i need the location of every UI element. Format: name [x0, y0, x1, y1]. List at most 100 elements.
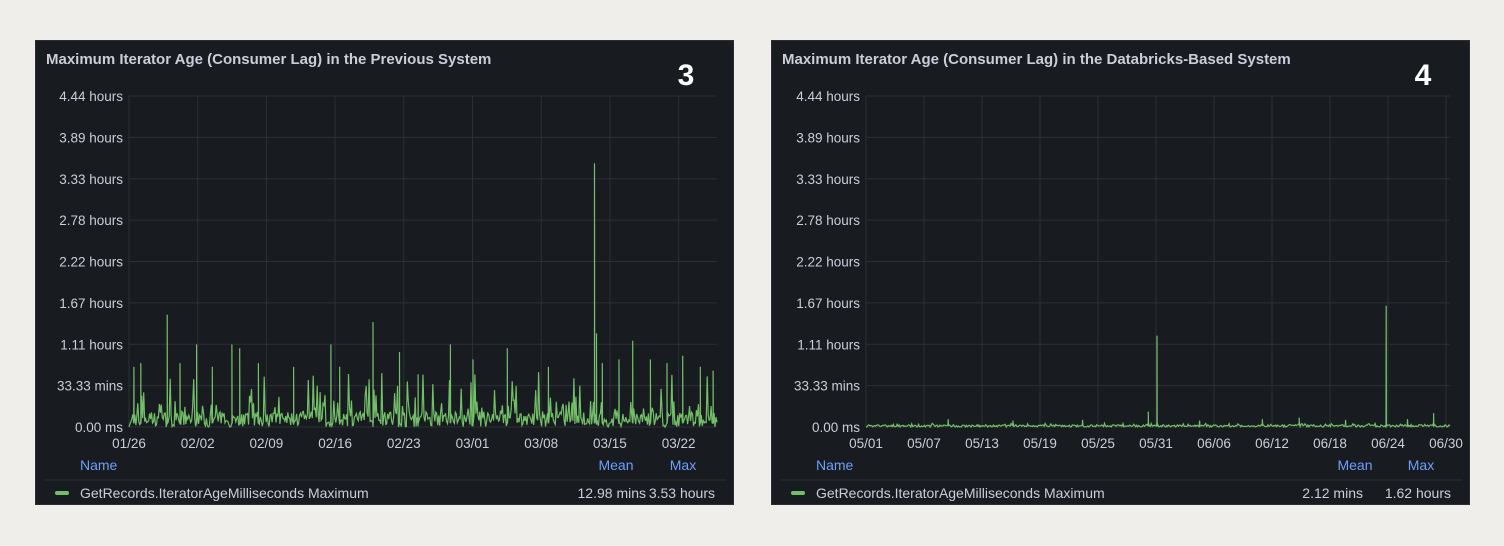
spike-point — [196, 344, 198, 346]
x-tick-label: 06/06 — [1197, 436, 1231, 451]
legend-mean-value: 12.98 mins — [578, 485, 646, 501]
spike-point — [239, 348, 241, 350]
spike-point — [699, 366, 701, 368]
legend-header-mean[interactable]: Mean — [598, 457, 633, 473]
legend-color-swatch — [55, 491, 69, 495]
spike-point — [472, 359, 474, 361]
spike-point — [1432, 412, 1435, 415]
spike-point — [1261, 418, 1264, 421]
spike-point — [595, 333, 598, 335]
spike-point — [632, 340, 634, 342]
spike-point — [547, 366, 550, 368]
x-tick-label: 02/16 — [318, 436, 352, 451]
x-tick-label: 05/01 — [849, 436, 883, 451]
chart-svg: Maximum Iterator Age (Consumer Lag) in t… — [780, 51, 1463, 501]
spike-point — [372, 322, 374, 324]
chart-title: Maximum Iterator Age (Consumer Lag) in t… — [782, 51, 1291, 68]
legend-header-name[interactable]: Name — [80, 457, 118, 473]
spike-point — [1147, 411, 1149, 413]
legend-series-name[interactable]: GetRecords.IteratorAgeMilliseconds Maxim… — [816, 485, 1105, 501]
spike-point — [649, 359, 651, 361]
legend-mean-value: 2.12 mins — [1302, 485, 1363, 501]
y-tick-label: 2.78 hours — [796, 213, 860, 228]
legend-series-name[interactable]: GetRecords.IteratorAgeMilliseconds Maxim… — [80, 485, 369, 501]
legend-header-name[interactable]: Name — [816, 457, 854, 473]
series-line — [865, 306, 1451, 429]
spike-point — [211, 366, 213, 368]
x-tick-label: 05/13 — [965, 436, 999, 451]
x-tick-label: 02/23 — [387, 436, 421, 451]
spike-point — [1385, 305, 1387, 307]
y-tick-label: 0.00 ms — [812, 420, 860, 435]
y-tick-label: 4.44 hours — [59, 89, 123, 104]
spike-point — [601, 363, 603, 365]
spike-point — [330, 344, 332, 346]
chart-panel-databricks-system: Maximum Iterator Age (Consumer Lag) in t… — [771, 40, 1470, 505]
y-tick-label: 3.33 hours — [59, 172, 123, 187]
x-tick-label: 05/07 — [907, 436, 941, 451]
spike-point — [417, 374, 419, 376]
spike-point — [140, 363, 142, 365]
x-tick-label: 03/01 — [456, 436, 490, 451]
panel-number-badge: 4 — [1415, 59, 1432, 92]
x-tick-label: 03/15 — [593, 436, 627, 451]
spike-point — [257, 363, 259, 365]
spike-point — [947, 418, 949, 421]
chart-panel-previous-system: Maximum Iterator Age (Consumer Lag) in t… — [35, 40, 734, 505]
x-tick-label: 06/30 — [1429, 436, 1463, 451]
spike-point — [666, 363, 668, 365]
spike-point — [1156, 335, 1158, 337]
x-tick-label: 02/02 — [181, 436, 215, 451]
spike-point — [1406, 418, 1409, 421]
spike-point — [449, 344, 452, 346]
spike-point — [1298, 417, 1300, 419]
spike-point — [1081, 419, 1084, 421]
x-tick-label: 05/25 — [1081, 436, 1115, 451]
x-tick-label: 05/19 — [1023, 436, 1057, 451]
x-tick-label: 05/31 — [1139, 436, 1173, 451]
y-tick-label: 33.33 mins — [57, 379, 123, 394]
spike-point — [506, 348, 508, 350]
spike-point — [166, 314, 168, 316]
spike-point — [593, 163, 596, 165]
y-tick-label: 1.11 hours — [797, 337, 860, 352]
spike-point — [339, 366, 341, 368]
spike-point — [398, 351, 401, 354]
y-tick-label: 1.67 hours — [59, 296, 123, 311]
spike-point — [712, 370, 714, 372]
y-tick-label: 3.89 hours — [59, 130, 123, 145]
panel-number-badge: 3 — [678, 59, 695, 92]
legend-header-max[interactable]: Max — [670, 457, 696, 473]
x-tick-label: 03/08 — [524, 436, 558, 451]
legend-header-mean[interactable]: Mean — [1337, 457, 1372, 473]
spike-point — [179, 363, 181, 365]
y-tick-label: 1.67 hours — [796, 296, 860, 311]
series-line — [128, 163, 718, 429]
x-tick-label: 02/09 — [250, 436, 284, 451]
y-tick-label: 4.44 hours — [796, 89, 860, 104]
spike-point — [1198, 420, 1201, 422]
legend-color-swatch — [791, 491, 805, 495]
chart-svg: Maximum Iterator Age (Consumer Lag) in t… — [44, 51, 726, 501]
x-tick-label: 06/12 — [1255, 436, 1289, 451]
legend-max-value: 3.53 hours — [649, 485, 715, 501]
y-tick-label: 2.78 hours — [59, 213, 123, 228]
y-tick-label: 0.00 ms — [75, 420, 123, 435]
y-tick-label: 33.33 mins — [794, 379, 860, 394]
legend-max-value: 1.62 hours — [1385, 485, 1451, 501]
spike-point — [682, 355, 684, 357]
spike-point — [1012, 420, 1014, 422]
spike-point — [231, 344, 233, 346]
spike-point — [293, 366, 295, 368]
y-tick-label: 2.22 hours — [796, 255, 860, 270]
y-tick-label: 1.11 hours — [60, 337, 123, 352]
x-tick-label: 01/26 — [112, 436, 146, 451]
spike-point — [133, 366, 135, 368]
spike-point — [1344, 419, 1347, 421]
x-tick-label: 06/18 — [1313, 436, 1347, 451]
legend-header-max[interactable]: Max — [1408, 457, 1434, 473]
y-tick-label: 2.22 hours — [59, 255, 123, 270]
y-tick-label: 3.89 hours — [796, 130, 860, 145]
y-tick-label: 3.33 hours — [796, 172, 860, 187]
x-tick-label: 06/24 — [1371, 436, 1405, 451]
